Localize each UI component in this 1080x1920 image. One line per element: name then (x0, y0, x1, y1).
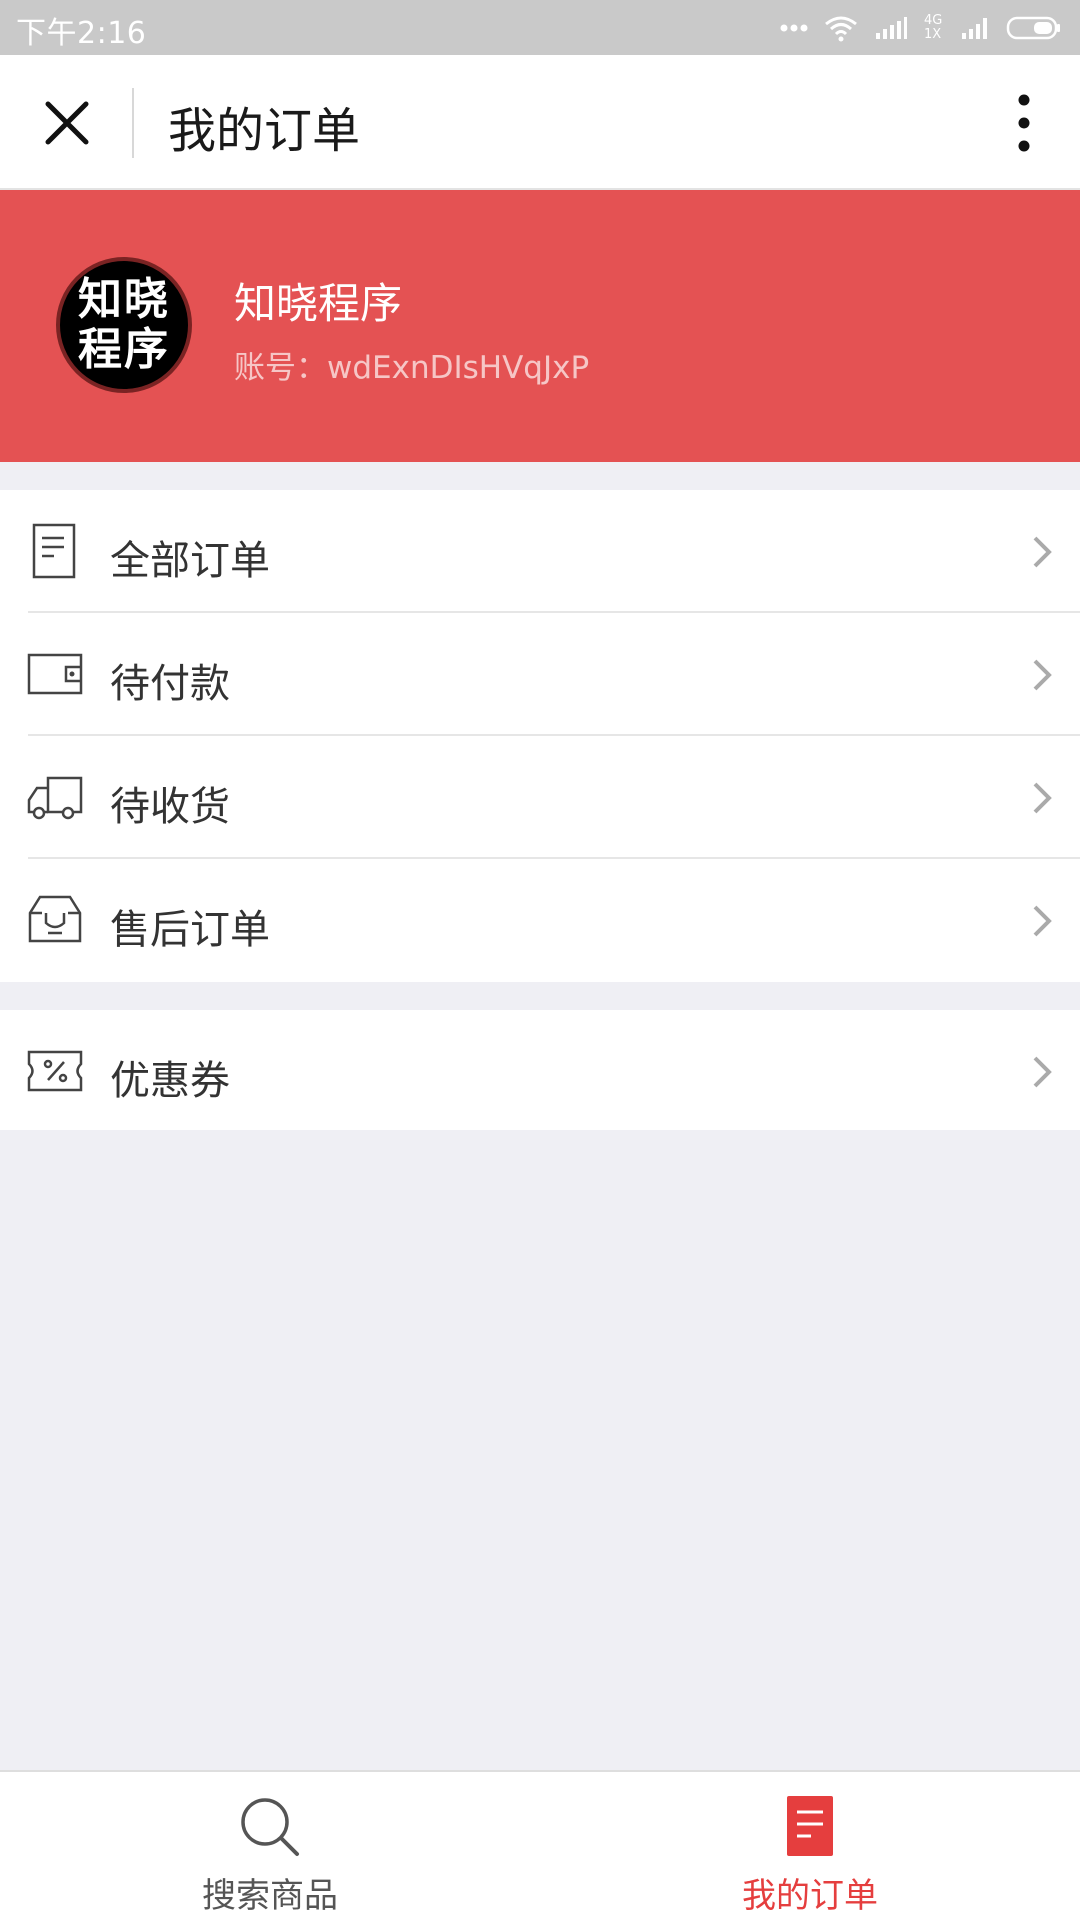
battery-icon (1006, 16, 1060, 40)
coupon-menu: 优惠券 (0, 1010, 1080, 1130)
chevron-right-icon (1033, 782, 1052, 814)
status-icons: 4G 1X (780, 10, 1062, 46)
screen: 下午2:16 4G 1X 我的订单 知晓 程序 知晓程序 账号：wdExnDIs… (0, 0, 1080, 1920)
search-icon (241, 1798, 299, 1856)
menu-item-label: 待付款 (110, 661, 230, 707)
signal-sim2-icon (962, 18, 987, 39)
menu-item-all-orders[interactable]: 全部订单 (0, 490, 1080, 613)
tab-label: 搜索商品 (202, 1876, 338, 1916)
return-bag-icon (28, 895, 82, 943)
menu-item-label: 优惠券 (110, 1058, 230, 1104)
menu-item-pending-payment[interactable]: 待付款 (0, 613, 1080, 736)
menu-item-coupons[interactable]: 优惠券 (0, 1010, 1080, 1133)
wifi-icon (825, 16, 857, 42)
title-divider (132, 88, 134, 158)
orders-icon (787, 1796, 833, 1856)
menu-item-after-sales[interactable]: 售后订单 (0, 859, 1080, 982)
tab-label: 我的订单 (742, 1876, 878, 1916)
more-options-icon[interactable] (1004, 91, 1044, 155)
title-bar: 我的订单 (0, 55, 1080, 190)
chevron-right-icon (1033, 536, 1052, 568)
status-time: 下午2:16 (16, 16, 147, 51)
menu-item-label: 全部订单 (110, 538, 270, 584)
status-bar: 下午2:16 4G 1X (0, 0, 1080, 55)
chevron-right-icon (1033, 1056, 1052, 1088)
network-type-label: 4G 1X (924, 13, 943, 42)
bottom-tab-bar: 搜索商品 我的订单 (0, 1770, 1080, 1920)
profile-account: 账号：wdExnDIsHVqJxP (234, 350, 590, 386)
profile-name: 知晓程序 (234, 279, 403, 328)
tab-my-orders[interactable]: 我的订单 (540, 1772, 1080, 1920)
menu-item-label: 待收货 (110, 784, 230, 830)
avatar: 知晓 程序 (56, 257, 192, 393)
coupon-icon (27, 1050, 83, 1092)
avatar-logo: 知晓 程序 (78, 274, 170, 375)
page-title: 我的订单 (168, 103, 361, 159)
chevron-right-icon (1033, 659, 1052, 691)
truck-icon (27, 776, 83, 820)
document-icon (32, 523, 76, 579)
menu-item-pending-delivery[interactable]: 待收货 (0, 736, 1080, 859)
tab-search-products[interactable]: 搜索商品 (0, 1772, 540, 1920)
order-menu: 全部订单 待付款 待收货 售后订单 (0, 490, 1080, 982)
menu-item-label: 售后订单 (110, 907, 270, 953)
wallet-icon (27, 653, 83, 695)
signal-sim1-icon (876, 17, 907, 39)
profile-banner: 知晓 程序 知晓程序 账号：wdExnDIsHVqJxP (0, 190, 1080, 462)
close-icon[interactable] (42, 98, 92, 148)
chevron-right-icon (1033, 905, 1052, 937)
more-dots-icon (780, 24, 808, 32)
